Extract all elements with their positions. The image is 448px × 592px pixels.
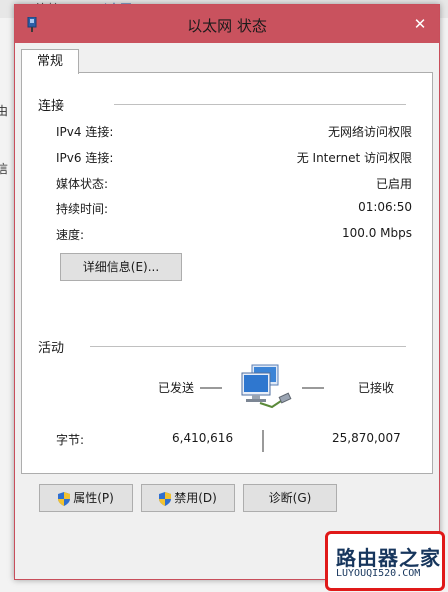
diagnose-button[interactable]: 诊断(G): [243, 484, 337, 512]
duration-value: 01:06:50: [358, 200, 412, 214]
dialog-title: 以太网 状态: [187, 17, 267, 35]
ipv6-value: 无 Internet 访问权限: [296, 151, 412, 165]
ipv4-value: 无网络访问权限: [327, 125, 412, 139]
speed-value: 100.0 Mbps: [341, 226, 412, 240]
properties-button[interactable]: 属性(P): [39, 484, 133, 512]
general-tab-panel: 连接 IPv4 连接: 无网络访问权限 IPv6 连接: 无 Internet …: [21, 72, 433, 474]
network-computers-icon: [241, 364, 292, 409]
bytes-received-value: 25,870,007: [332, 431, 401, 445]
background-text: 由: [0, 104, 9, 118]
title-bar[interactable]: 以太网 状态 ✕: [15, 5, 439, 43]
duration-label: 持续时间:: [56, 202, 109, 216]
shield-icon: [159, 491, 172, 506]
bytes-sent-value: 6,410,616: [172, 431, 234, 445]
ipv4-label: IPv4 连接:: [56, 125, 114, 139]
watermark-url: LUYOUQI520.COM: [336, 568, 421, 579]
close-icon[interactable]: ✕: [409, 14, 431, 34]
activity-heading: 活动: [38, 341, 65, 356]
media-state-label: 媒体状态:: [56, 177, 109, 191]
properties-label: 属性(P): [73, 491, 114, 505]
speed-label: 速度:: [56, 228, 85, 242]
disable-button[interactable]: 禁用(D): [141, 484, 235, 512]
section-divider: [90, 346, 406, 347]
sent-line: [200, 387, 222, 389]
background-text: 信: [0, 162, 9, 176]
received-line: [302, 387, 324, 389]
ipv6-label: IPv6 连接:: [56, 151, 114, 165]
tab-general[interactable]: 常规: [21, 49, 79, 74]
activity-divider: [262, 430, 264, 452]
ethernet-status-dialog: 以太网 状态 ✕ 常规 连接 IPv4 连接: 无网络访问权限 IPv6 连接:…: [14, 4, 440, 580]
disable-label: 禁用(D): [174, 491, 217, 505]
watermark-logo: 路由器之家 LUYOUQI520.COM: [325, 531, 445, 591]
section-divider: [114, 104, 406, 105]
watermark-brand: 路由器之家: [336, 546, 441, 570]
bytes-label: 字节:: [56, 433, 85, 447]
received-label: 已接收: [358, 381, 395, 395]
shield-icon: [58, 491, 71, 506]
media-state-value: 已启用: [375, 177, 412, 191]
sent-label: 已发送: [158, 381, 195, 395]
details-button[interactable]: 详细信息(E)...: [60, 253, 182, 281]
connection-heading: 连接: [38, 99, 65, 114]
